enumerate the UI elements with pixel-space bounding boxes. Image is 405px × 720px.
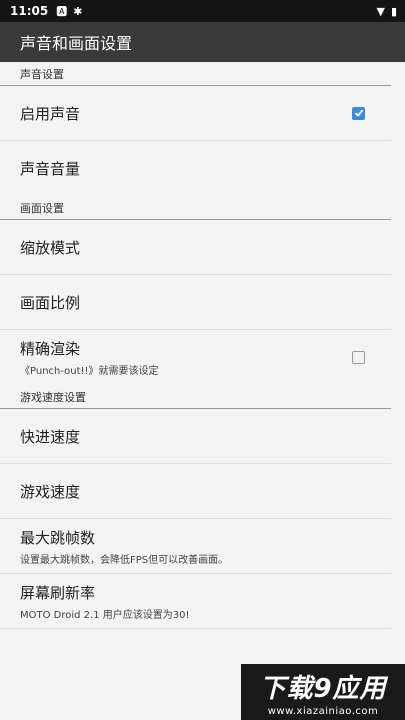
watermark-title: 下载9应用 — [259, 673, 387, 704]
pref-title: 精确渲染 — [20, 340, 81, 358]
pref-accurate-rendering[interactable]: 精确渲染 《Punch-out!!》就需要该设定 — [0, 330, 391, 385]
pref-refresh-rate[interactable]: 屏幕刷新率 MOTO Droid 2.1 用户应该设置为30! — [0, 574, 391, 629]
pref-title: 屏幕刷新率 — [20, 583, 96, 602]
pref-title: 快进速度 — [20, 427, 81, 446]
a-icon: 🅰 — [56, 5, 68, 18]
watermark-url: www.xiazainiao.com — [267, 705, 379, 717]
pref-fast-forward-speed[interactable]: 快进速度 — [0, 409, 391, 464]
accurate-rendering-checkbox[interactable] — [352, 351, 365, 364]
wifi-icon: ▼ — [376, 4, 385, 18]
pref-title: 缩放模式 — [20, 238, 81, 257]
page-title: 声音和画面设置 — [20, 34, 133, 53]
pref-title: 启用声音 — [20, 104, 81, 123]
app-bar: 声音和画面设置 — [0, 22, 405, 62]
pref-scaling-mode[interactable]: 缩放模式 — [0, 220, 391, 275]
pref-title: 最大跳帧数 — [20, 528, 96, 547]
enable-sound-checkbox[interactable] — [352, 106, 365, 120]
section-header-sound: 声音设置 — [0, 62, 391, 86]
pref-sound-volume[interactable]: 声音音量 — [0, 141, 391, 196]
pref-title: 声音音量 — [20, 160, 81, 178]
pref-aspect-ratio[interactable]: 画面比例 — [0, 275, 391, 330]
pref-title: 画面比例 — [20, 293, 81, 312]
pref-game-speed[interactable]: 游戏速度 — [0, 464, 391, 519]
pref-summary: 《Punch-out!!》就需要该设定 — [20, 366, 159, 377]
checkmark-icon — [354, 109, 363, 117]
section-header-display: 画面设置 — [0, 196, 391, 220]
status-bar: 11:05 🅰 ✱ ▼ ▮ — [0, 0, 405, 22]
status-time: 11:05 — [10, 4, 49, 18]
pref-summary: MOTO Droid 2.1 用户应该设置为30! — [20, 609, 190, 621]
pref-enable-sound[interactable]: 启用声音 — [0, 86, 391, 141]
bug-icon: ✱ — [73, 4, 83, 18]
settings-list: 声音设置 启用声音 声音音量 画面设置 缩放模式 画面比例 精确渲染 《Punc… — [0, 62, 405, 629]
watermark-logo: 下载9应用 www.xiazainiao.com — [241, 664, 405, 720]
battery-icon: ▮ — [390, 4, 397, 18]
section-header-game-speed: 游戏速度设置 — [0, 385, 391, 409]
pref-summary: 设置最大跳帧数，会降低FPS但可以改善画面。 — [20, 554, 229, 566]
pref-title: 游戏速度 — [20, 482, 81, 501]
pref-max-frameskip[interactable]: 最大跳帧数 设置最大跳帧数，会降低FPS但可以改善画面。 — [0, 519, 391, 574]
